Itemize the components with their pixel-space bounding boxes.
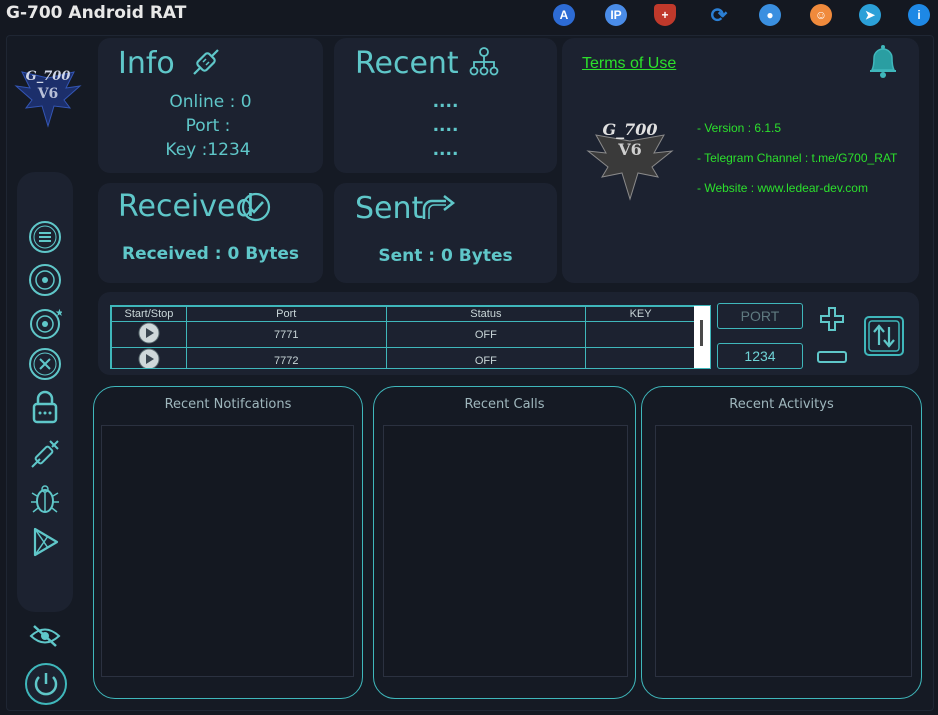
notifications-title: Recent Notifcations (164, 397, 292, 412)
ip-location-icon[interactable]: IP (605, 4, 627, 26)
ports-table: Start/Stop Port Status KEY 7771 OFF 7772 (110, 305, 711, 369)
notifications-panel: Recent Notifcations (93, 386, 363, 699)
port-cell: 7771 (185, 321, 387, 348)
status-cell: OFF (385, 347, 587, 368)
notifications-list[interactable] (101, 425, 354, 677)
activities-panel: Recent Activitys (641, 386, 922, 699)
eagle-logo-icon: G_700 V6 (12, 64, 84, 134)
port-cell: 7772 (185, 347, 387, 368)
close-icon[interactable] (27, 346, 63, 382)
table-scrollbar[interactable] (694, 306, 710, 368)
play-button[interactable] (111, 321, 187, 348)
sent-bytes: Sent : 0 Bytes (378, 246, 513, 266)
col-status: Status (385, 306, 587, 322)
svg-text:V6: V6 (37, 86, 59, 102)
recent-title: Recent (355, 46, 459, 81)
key-cell (585, 347, 696, 368)
power-icon[interactable] (24, 662, 68, 706)
port-label: Port : (185, 116, 231, 136)
svg-text:V6: V6 (617, 140, 642, 159)
start-listener-button[interactable] (863, 315, 905, 362)
target-settings-icon[interactable]: ★ (27, 305, 63, 341)
user-avatar-icon[interactable]: ☺ (810, 4, 832, 26)
recent-card: Recent .... .... .... (334, 38, 557, 173)
bug-icon[interactable] (27, 481, 63, 517)
col-port: Port (185, 306, 387, 322)
terms-of-use-link[interactable]: Terms of Use (582, 55, 676, 73)
add-port-button[interactable] (818, 306, 846, 337)
col-key: KEY (585, 306, 696, 322)
menu-icon[interactable] (27, 219, 63, 255)
eagle-emblem-icon: G_700 V6 (582, 115, 678, 206)
info-icon[interactable]: i (908, 4, 930, 26)
lock-icon[interactable] (27, 389, 63, 425)
received-bytes: Received : 0 Bytes (121, 244, 300, 264)
play-icon (138, 348, 160, 368)
key-label: Key :1234 (165, 140, 251, 160)
play-store-icon[interactable] (27, 524, 63, 560)
minus-icon (817, 351, 847, 363)
transfer-icon (864, 316, 904, 356)
remove-port-button[interactable] (816, 349, 848, 370)
ports-table-header: Start/Stop Port Status KEY (111, 306, 696, 322)
status-cell: OFF (385, 321, 587, 348)
col-start-stop: Start/Stop (111, 306, 187, 322)
hide-eye-icon[interactable] (27, 618, 63, 654)
activities-list[interactable] (655, 425, 912, 677)
table-row[interactable]: 7772 OFF (111, 347, 696, 368)
telegram-channel-info: - Telegram Channel : t.me/G700_RAT (697, 151, 898, 165)
svg-text:★: ★ (55, 308, 62, 319)
target-icon[interactable] (27, 262, 63, 298)
check-circle-icon (240, 191, 272, 228)
telegram-icon[interactable]: ➤ (859, 4, 881, 26)
sent-card: Sent Sent : 0 Bytes (334, 183, 557, 283)
emblem-text: G_700 (602, 120, 657, 139)
app-title: G-700 Android RAT (6, 3, 187, 23)
network-icon (468, 46, 500, 83)
table-row[interactable]: 7771 OFF (111, 321, 696, 348)
sync-icon[interactable]: ⟳ (708, 4, 730, 27)
recent-line-2: .... (432, 116, 459, 136)
plus-icon (820, 307, 844, 331)
scroll-thumb[interactable] (700, 320, 703, 346)
forward-arrow-icon (420, 193, 456, 226)
info-card: Info Online : 0 Port : Key :1234 (98, 38, 323, 173)
svg-text:G_700: G_700 (26, 69, 71, 84)
key-cell (585, 321, 696, 348)
received-title: Received (118, 189, 255, 224)
recent-line-3: .... (432, 140, 459, 160)
sent-title: Sent (355, 191, 424, 226)
title-bar: G-700 Android RAT A IP + ⟳ ● ☺ ➤ i (0, 0, 938, 32)
version-info: - Version : 6.1.5 (697, 121, 782, 135)
play-icon (138, 322, 160, 344)
website-info: - Website : www.ledear-dev.com (697, 181, 868, 195)
calls-panel: Recent Calls (373, 386, 636, 699)
port-input[interactable] (717, 303, 803, 329)
key-input[interactable] (717, 343, 803, 369)
shield-icon[interactable]: + (654, 4, 676, 26)
cursor-globe-icon[interactable]: ● (759, 4, 781, 26)
calls-list[interactable] (383, 425, 628, 677)
plug-icon (190, 46, 222, 83)
recent-line-1: .... (432, 92, 459, 112)
info-title: Info (118, 46, 175, 81)
online-count: Online : 0 (169, 92, 252, 112)
translate-icon[interactable]: A (553, 4, 575, 26)
syringe-icon[interactable] (27, 436, 63, 472)
bell-icon[interactable] (866, 42, 900, 85)
activities-title: Recent Activitys (729, 397, 834, 412)
received-card: Received Received : 0 Bytes (98, 183, 323, 283)
play-button[interactable] (111, 347, 187, 368)
calls-title: Recent Calls (464, 397, 545, 412)
